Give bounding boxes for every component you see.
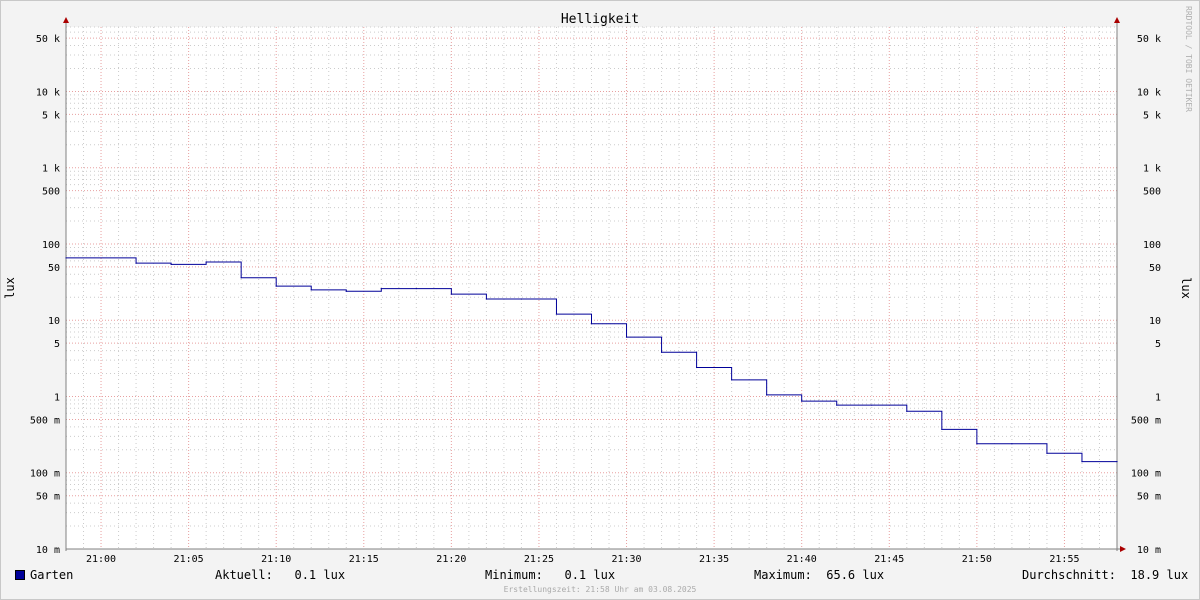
x-tick-label: 21:10 [261,554,291,565]
y-axis-label-left: lux [3,277,17,299]
x-tick-label: 21:45 [874,554,904,565]
y-tick-label-right: 50 [1149,263,1161,274]
y-axis-arrow-right [1114,17,1120,23]
legend-minimum: Minimum: 0.1 lux [485,568,616,582]
footer-timestamp: Erstellungszeit: 21:58 Uhr am 03.08.2025 [503,585,697,594]
x-tick-label: 21:40 [787,554,817,565]
x-tick-label: 21:30 [611,554,641,565]
y-tick-label-left: 5 [54,339,60,350]
data-point [310,289,312,291]
data-point [766,394,768,396]
y-tick-label-right: 500 m [1131,415,1161,426]
y-axis-label-right: lux [1179,277,1193,299]
y-tick-label-right: 50 k [1137,34,1161,45]
chart-canvas: 50 k 50 k 10 k 10 k 5 k 5 k 1 k 1 k 500 500 100 100… [3,12,1193,565]
y-tick-label-right: 1 [1155,392,1161,403]
y-tick-label-left: 1 [54,392,60,403]
y-tick-label-right: 10 [1149,316,1161,327]
data-point [520,298,523,300]
data-point [871,404,873,406]
data-point [65,257,67,259]
data-point [450,293,452,295]
data-point [1011,443,1013,445]
data-point [135,262,137,264]
y-tick-label-left: 100 m [30,469,60,480]
data-point [625,336,628,338]
data-point [275,285,277,287]
y-tick-label-left: 50 [48,263,60,274]
data-point [1081,460,1083,463]
data-point [205,261,207,263]
y-tick-label-right: 10 k [1137,87,1161,98]
data-point [170,263,172,265]
y-tick-label-left: 10 [48,316,60,327]
x-tick-label: 21:50 [962,554,992,565]
data-point [380,287,382,290]
data-point [415,287,417,290]
x-tick-label: 21:35 [699,554,729,565]
data-point [345,290,347,292]
y-tick-label-right: 100 m [1131,469,1161,480]
legend-maximum: Maximum: 65.6 lux [754,568,885,582]
y-tick-label-right: 5 [1155,339,1161,350]
y-tick-label-left: 100 [42,240,60,251]
x-tick-label: 21:05 [174,554,204,565]
data-point [240,277,242,279]
y-tick-label-right: 50 m [1137,492,1161,503]
watermark: RRDTOOL / TOBI OETIKER [1184,6,1193,112]
data-point [485,298,487,300]
y-tick-label-left: 50 m [36,492,60,503]
legend-aktuell: Aktuell: 0.1 lux [215,568,346,582]
data-point [906,410,908,412]
y-tick-label-left: 500 [42,187,60,198]
x-tick-label: 21:55 [1049,554,1079,565]
x-axis-arrow [1120,546,1126,552]
legend-durchschnitt: Durchschnitt: 18.9 lux [1022,568,1189,582]
chart-title: Helligkeit [561,12,639,27]
data-point [660,351,663,353]
x-tick-label: 21:20 [436,554,466,565]
x-tick-label: 21:15 [349,554,379,565]
data-point [941,428,943,431]
y-tick-label-left: 5 k [42,110,60,121]
x-tick-label: 21:00 [86,554,116,565]
y-tick-label-right: 500 [1143,187,1161,198]
data-point [696,366,698,369]
data-point [836,404,838,406]
y-tick-label-left: 500 m [30,415,60,426]
legend-swatch [15,570,25,580]
y-tick-label-right: 5 k [1143,110,1161,121]
data-point [1116,460,1118,463]
y-tick-label-left: 10 k [36,87,60,98]
y-tick-label-right: 100 [1143,240,1161,251]
y-tick-label-right: 10 m [1137,545,1161,556]
data-point [731,379,733,381]
data-point [590,323,593,325]
x-tick-label: 21:25 [524,554,554,565]
y-tick-label-right: 1 k [1143,164,1161,175]
y-tick-label-left: 1 k [42,164,60,175]
data-point [976,443,978,445]
y-tick-label-left: 10 m [36,545,60,556]
data-point [801,400,803,402]
data-point [1046,452,1048,454]
y-axis-arrow-left [63,17,69,23]
data-point [555,313,558,315]
legend-series-name: Garten [30,568,74,582]
y-tick-label-left: 50 k [36,34,60,45]
